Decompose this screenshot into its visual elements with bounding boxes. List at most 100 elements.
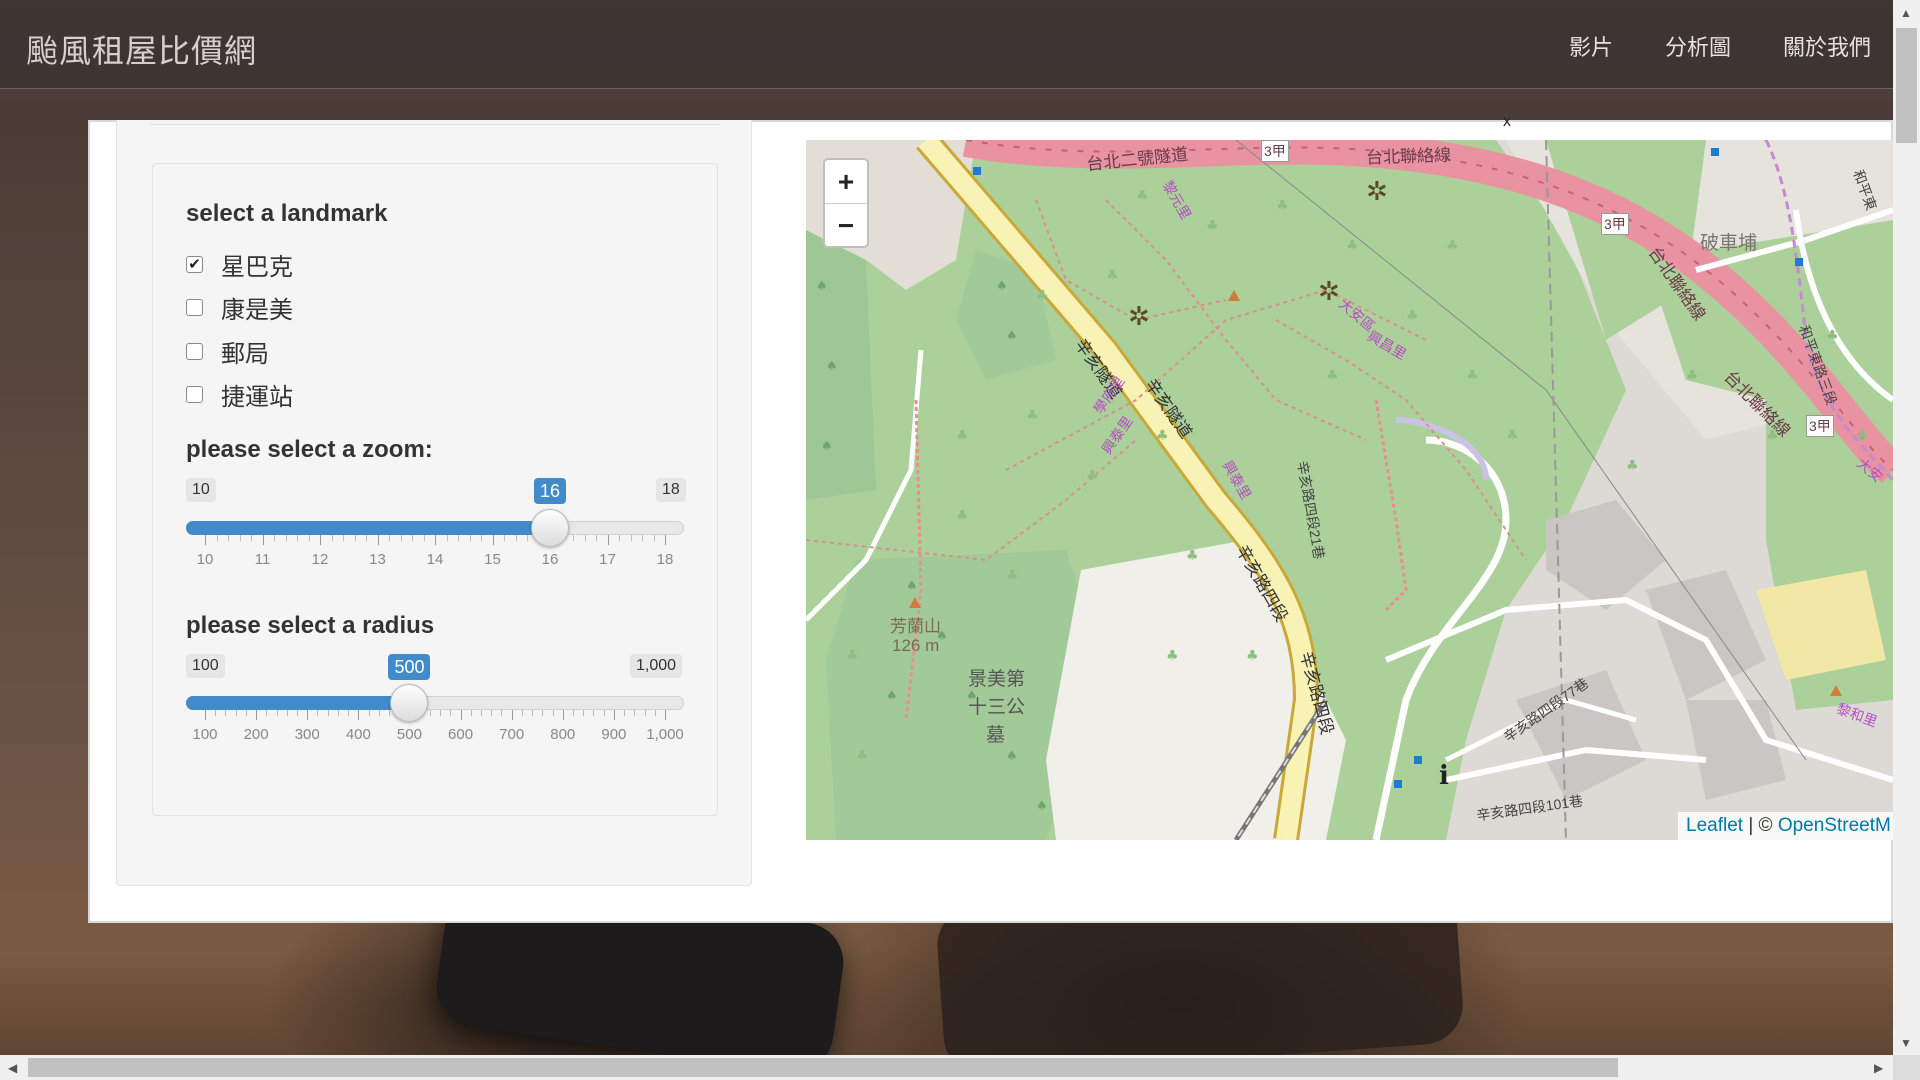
slider-minor-tick bbox=[245, 710, 247, 716]
map-label: 126 m bbox=[892, 636, 940, 655]
slider-minor-tick bbox=[228, 535, 229, 541]
checkbox-cosmed[interactable] bbox=[186, 299, 203, 316]
svg-text:♣: ♣ bbox=[1446, 238, 1459, 254]
checkbox-row-post-office[interactable]: 郵局 bbox=[186, 334, 269, 369]
slider-minor-tick bbox=[481, 710, 482, 716]
slider-minor-tick bbox=[469, 535, 471, 541]
leaflet-link[interactable]: Leaflet bbox=[1686, 815, 1743, 836]
zoom-slider-handle[interactable] bbox=[531, 509, 569, 547]
scroll-left-icon[interactable]: ◀ bbox=[8, 1061, 17, 1075]
slider-major-tick bbox=[377, 535, 379, 545]
nav-link-videos[interactable]: 影片 bbox=[1569, 30, 1613, 62]
svg-text:♣: ♣ bbox=[1106, 268, 1119, 284]
checkbox-row-starbucks[interactable]: ✔ 星巴克 bbox=[186, 247, 293, 282]
svg-text:♣: ♣ bbox=[1166, 648, 1179, 664]
map-label: 台北聯絡線 bbox=[1365, 145, 1452, 168]
slider-minor-tick bbox=[368, 710, 370, 716]
slider-minor-tick bbox=[239, 535, 241, 541]
slider-minor-tick bbox=[216, 535, 218, 541]
svg-text:♣: ♣ bbox=[1006, 568, 1019, 584]
radius-label: please select a radius bbox=[186, 612, 435, 639]
close-icon[interactable]: x bbox=[1503, 113, 1511, 131]
slider-minor-tick bbox=[354, 535, 356, 541]
svg-text:♠: ♠ bbox=[886, 689, 898, 704]
slider-tick-label: 12 bbox=[311, 551, 329, 568]
svg-text:✲: ✲ bbox=[1318, 277, 1340, 307]
slider-minor-tick bbox=[491, 710, 493, 716]
slider-tick-label: 200 bbox=[243, 726, 269, 743]
slider-minor-tick bbox=[504, 535, 505, 541]
openstreetmap-link[interactable]: OpenStreetM bbox=[1778, 815, 1891, 836]
svg-text:♣: ♣ bbox=[846, 648, 859, 664]
slider-major-tick bbox=[435, 535, 436, 545]
slider-minor-tick bbox=[337, 710, 339, 716]
slider-minor-tick bbox=[573, 535, 574, 541]
radius-slider-fill bbox=[186, 696, 410, 710]
svg-text:♣: ♣ bbox=[1466, 368, 1479, 384]
scroll-right-icon[interactable]: ▶ bbox=[1874, 1061, 1883, 1075]
slider-minor-tick bbox=[653, 535, 655, 541]
attribution-separator: | © bbox=[1743, 815, 1778, 836]
slider-major-tick bbox=[262, 535, 264, 545]
map-label: 3甲 bbox=[1601, 213, 1629, 235]
map-zoom-control: + − bbox=[823, 158, 869, 248]
slider-minor-tick bbox=[481, 535, 482, 541]
slider-tick-label: 13 bbox=[369, 551, 386, 568]
slider-minor-tick bbox=[450, 710, 452, 716]
scroll-down-icon[interactable]: ▼ bbox=[1900, 1036, 1912, 1050]
slider-minor-tick bbox=[400, 535, 402, 541]
slider-minor-tick bbox=[552, 710, 554, 716]
slider-minor-tick bbox=[412, 535, 413, 541]
slider-major-tick bbox=[307, 710, 309, 720]
zoom-out-button[interactable]: − bbox=[825, 203, 867, 246]
zoom-slider-fill bbox=[186, 521, 550, 535]
slider-tick-label: 1,000 bbox=[646, 726, 684, 743]
landmark-label: select a landmark bbox=[186, 200, 388, 227]
horizontal-scrollbar-thumb[interactable] bbox=[28, 1058, 1618, 1077]
slider-minor-tick bbox=[348, 710, 350, 716]
slider-major-tick bbox=[607, 535, 609, 545]
slider-minor-tick bbox=[235, 710, 237, 716]
svg-text:♣: ♣ bbox=[1506, 428, 1519, 444]
slider-minor-tick bbox=[583, 710, 585, 716]
svg-text:♣: ♣ bbox=[1026, 408, 1039, 424]
nav-link-analysis[interactable]: 分析圖 bbox=[1665, 30, 1731, 62]
zoom-in-button[interactable]: + bbox=[825, 160, 867, 203]
zoom-min-label: 10 bbox=[186, 478, 216, 502]
svg-text:♠: ♠ bbox=[996, 279, 1008, 294]
slider-major-tick bbox=[205, 535, 206, 545]
slider-minor-tick bbox=[515, 535, 517, 541]
slider-minor-tick bbox=[446, 535, 448, 541]
checkbox-starbucks[interactable]: ✔ bbox=[186, 256, 203, 273]
svg-text:♠: ♠ bbox=[906, 579, 918, 594]
svg-text:♣: ♣ bbox=[1856, 428, 1869, 444]
checkbox-row-cosmed[interactable]: 康是美 bbox=[186, 290, 293, 325]
brand-title[interactable]: 颱風租屋比價網 bbox=[26, 26, 257, 72]
slider-minor-tick bbox=[644, 710, 646, 716]
scrollbar-corner bbox=[1893, 1055, 1920, 1080]
vertical-scrollbar-thumb[interactable] bbox=[1896, 28, 1917, 143]
map-label: 破車埔 bbox=[1700, 233, 1758, 254]
nav-link-about[interactable]: 關於我們 bbox=[1783, 30, 1871, 62]
slider-minor-tick bbox=[458, 535, 459, 541]
svg-text:i: i bbox=[1439, 761, 1449, 791]
checkbox-label: 康是美 bbox=[221, 297, 293, 324]
slider-tick-label: 600 bbox=[448, 726, 474, 743]
leaflet-map[interactable]: ♣ ♣ ♣ ♣ ♣ ♣ ♣ ♣ ♣ ♣ ♣ ♣ ♣ ♣ ♣ ♣ ♣ ♣ ♣ ♣ ♣ ♣ ♣ ♣ ♣ ♣ ♣ ♠ ♠ ♠ … bbox=[806, 140, 1893, 840]
radius-min-label: 100 bbox=[186, 654, 225, 678]
scroll-up-icon[interactable]: ▲ bbox=[1900, 6, 1912, 20]
checkbox-mrt[interactable] bbox=[186, 386, 203, 403]
slider-minor-tick bbox=[251, 535, 252, 541]
slider-major-tick bbox=[665, 535, 666, 545]
slider-major-tick bbox=[665, 710, 666, 720]
vertical-scrollbar[interactable] bbox=[1893, 0, 1920, 1055]
slider-tick-label: 800 bbox=[550, 726, 576, 743]
slider-tick-label: 300 bbox=[294, 726, 320, 743]
slider-minor-tick bbox=[343, 535, 344, 541]
slider-minor-tick bbox=[389, 535, 390, 541]
checkbox-row-mrt[interactable]: 捷運站 bbox=[186, 377, 293, 412]
slider-tick-label: 17 bbox=[599, 551, 616, 568]
slider-minor-tick bbox=[366, 535, 367, 541]
checkbox-post-office[interactable] bbox=[186, 343, 203, 360]
slider-minor-tick bbox=[654, 710, 656, 716]
